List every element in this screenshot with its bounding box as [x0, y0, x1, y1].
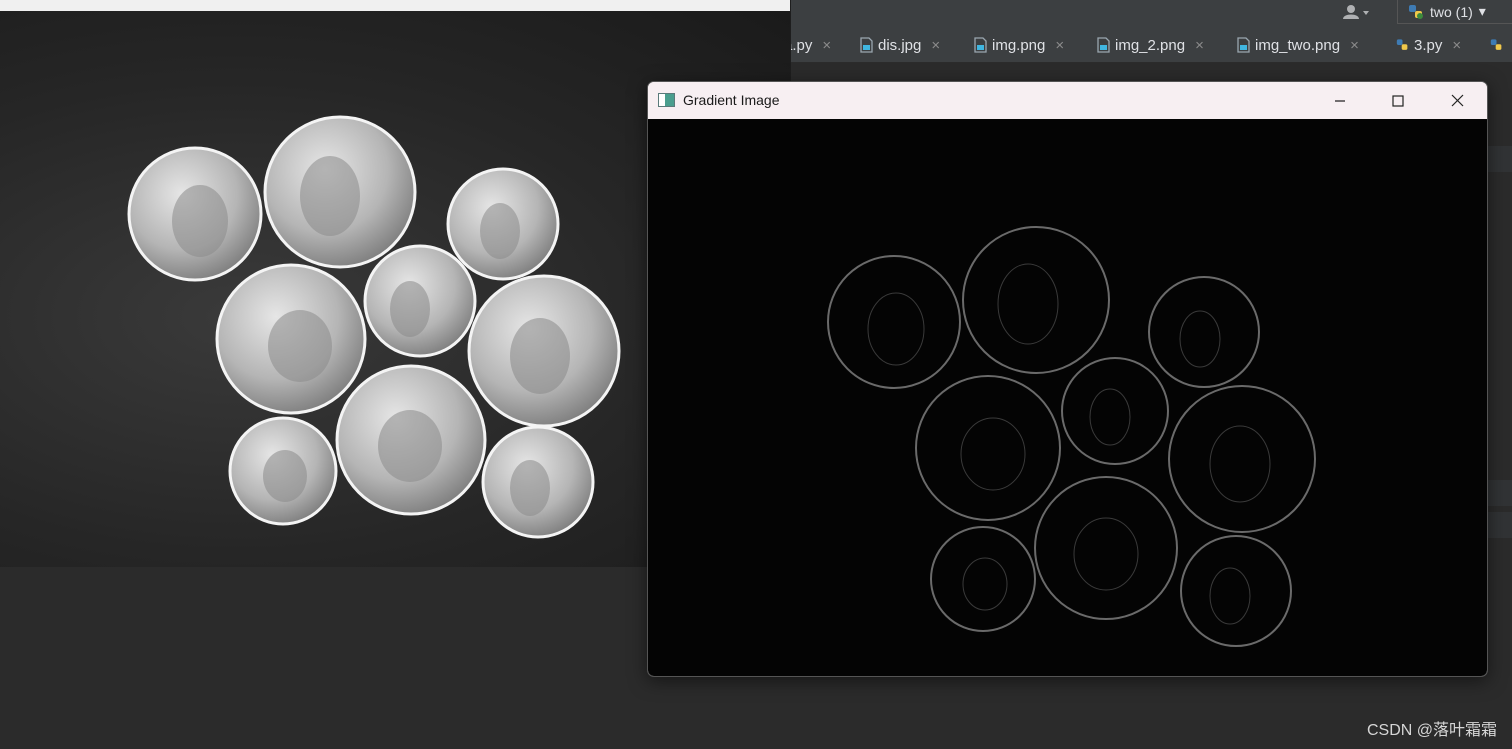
run-config-label: two (1)	[1430, 3, 1473, 20]
run-configuration-selector[interactable]: two (1) ▾	[1397, 0, 1512, 24]
tab-a-py[interactable]: a.py ×	[784, 34, 831, 56]
close-icon[interactable]: ×	[822, 37, 831, 54]
python-file-icon	[1490, 39, 1502, 50]
maximize-button[interactable]	[1369, 82, 1427, 119]
minimize-icon	[1335, 99, 1345, 102]
tab-img-2-png[interactable]: img_2.png ×	[1097, 34, 1204, 56]
coin-edge	[930, 526, 1036, 632]
coin-edge	[1168, 385, 1316, 533]
gradient-edges	[827, 226, 1316, 647]
coin-edge	[915, 375, 1061, 521]
image-file-icon	[860, 37, 873, 53]
close-icon[interactable]: ×	[1195, 37, 1204, 54]
python-file-icon	[1396, 39, 1408, 50]
minimize-button[interactable]	[1311, 82, 1369, 119]
coin-edge	[1148, 276, 1260, 388]
gradient-image	[648, 119, 1487, 676]
tab-overflow[interactable]	[1490, 34, 1503, 56]
tab-img-png[interactable]: img.png ×	[974, 34, 1064, 56]
window-titlebar[interactable]: Gradient Image	[648, 82, 1487, 119]
image-file-icon	[974, 37, 987, 53]
python-config-icon	[1409, 4, 1423, 19]
gradient-image-window[interactable]: Gradient Image	[647, 81, 1488, 677]
maximize-icon	[1392, 94, 1404, 107]
close-icon[interactable]: ×	[931, 37, 940, 54]
tab-img-two-png[interactable]: img_two.png ×	[1237, 34, 1359, 56]
tab-dis-jpg[interactable]: dis.jpg ×	[860, 34, 940, 56]
tab-label: dis.jpg	[878, 36, 922, 54]
coin-edge	[1180, 535, 1292, 647]
image-file-icon	[1097, 37, 1110, 53]
tab-label: img_two.png	[1255, 36, 1341, 54]
coin-edge	[1034, 476, 1178, 620]
user-icon[interactable]	[1340, 2, 1374, 24]
watermark-text: CSDN @落叶霜霜	[1366, 722, 1497, 739]
close-button[interactable]	[1428, 82, 1486, 119]
app-icon	[658, 93, 675, 107]
coin-edge	[962, 226, 1110, 374]
close-icon[interactable]: ×	[1452, 37, 1461, 54]
image-file-icon	[1237, 37, 1250, 53]
tab-3-py[interactable]: 3.py ×	[1396, 34, 1461, 56]
tab-label: img_2.png	[1115, 36, 1186, 54]
tab-label: img.png	[992, 36, 1046, 54]
tab-label: 3.py	[1414, 36, 1443, 54]
window-title: Gradient Image	[683, 92, 780, 108]
close-icon	[1451, 94, 1463, 107]
chevron-down-icon: ▾	[1478, 3, 1486, 19]
coin-edge	[1061, 357, 1169, 465]
close-icon[interactable]: ×	[1350, 37, 1359, 54]
coin-edge	[827, 255, 961, 389]
close-icon[interactable]: ×	[1055, 37, 1064, 54]
